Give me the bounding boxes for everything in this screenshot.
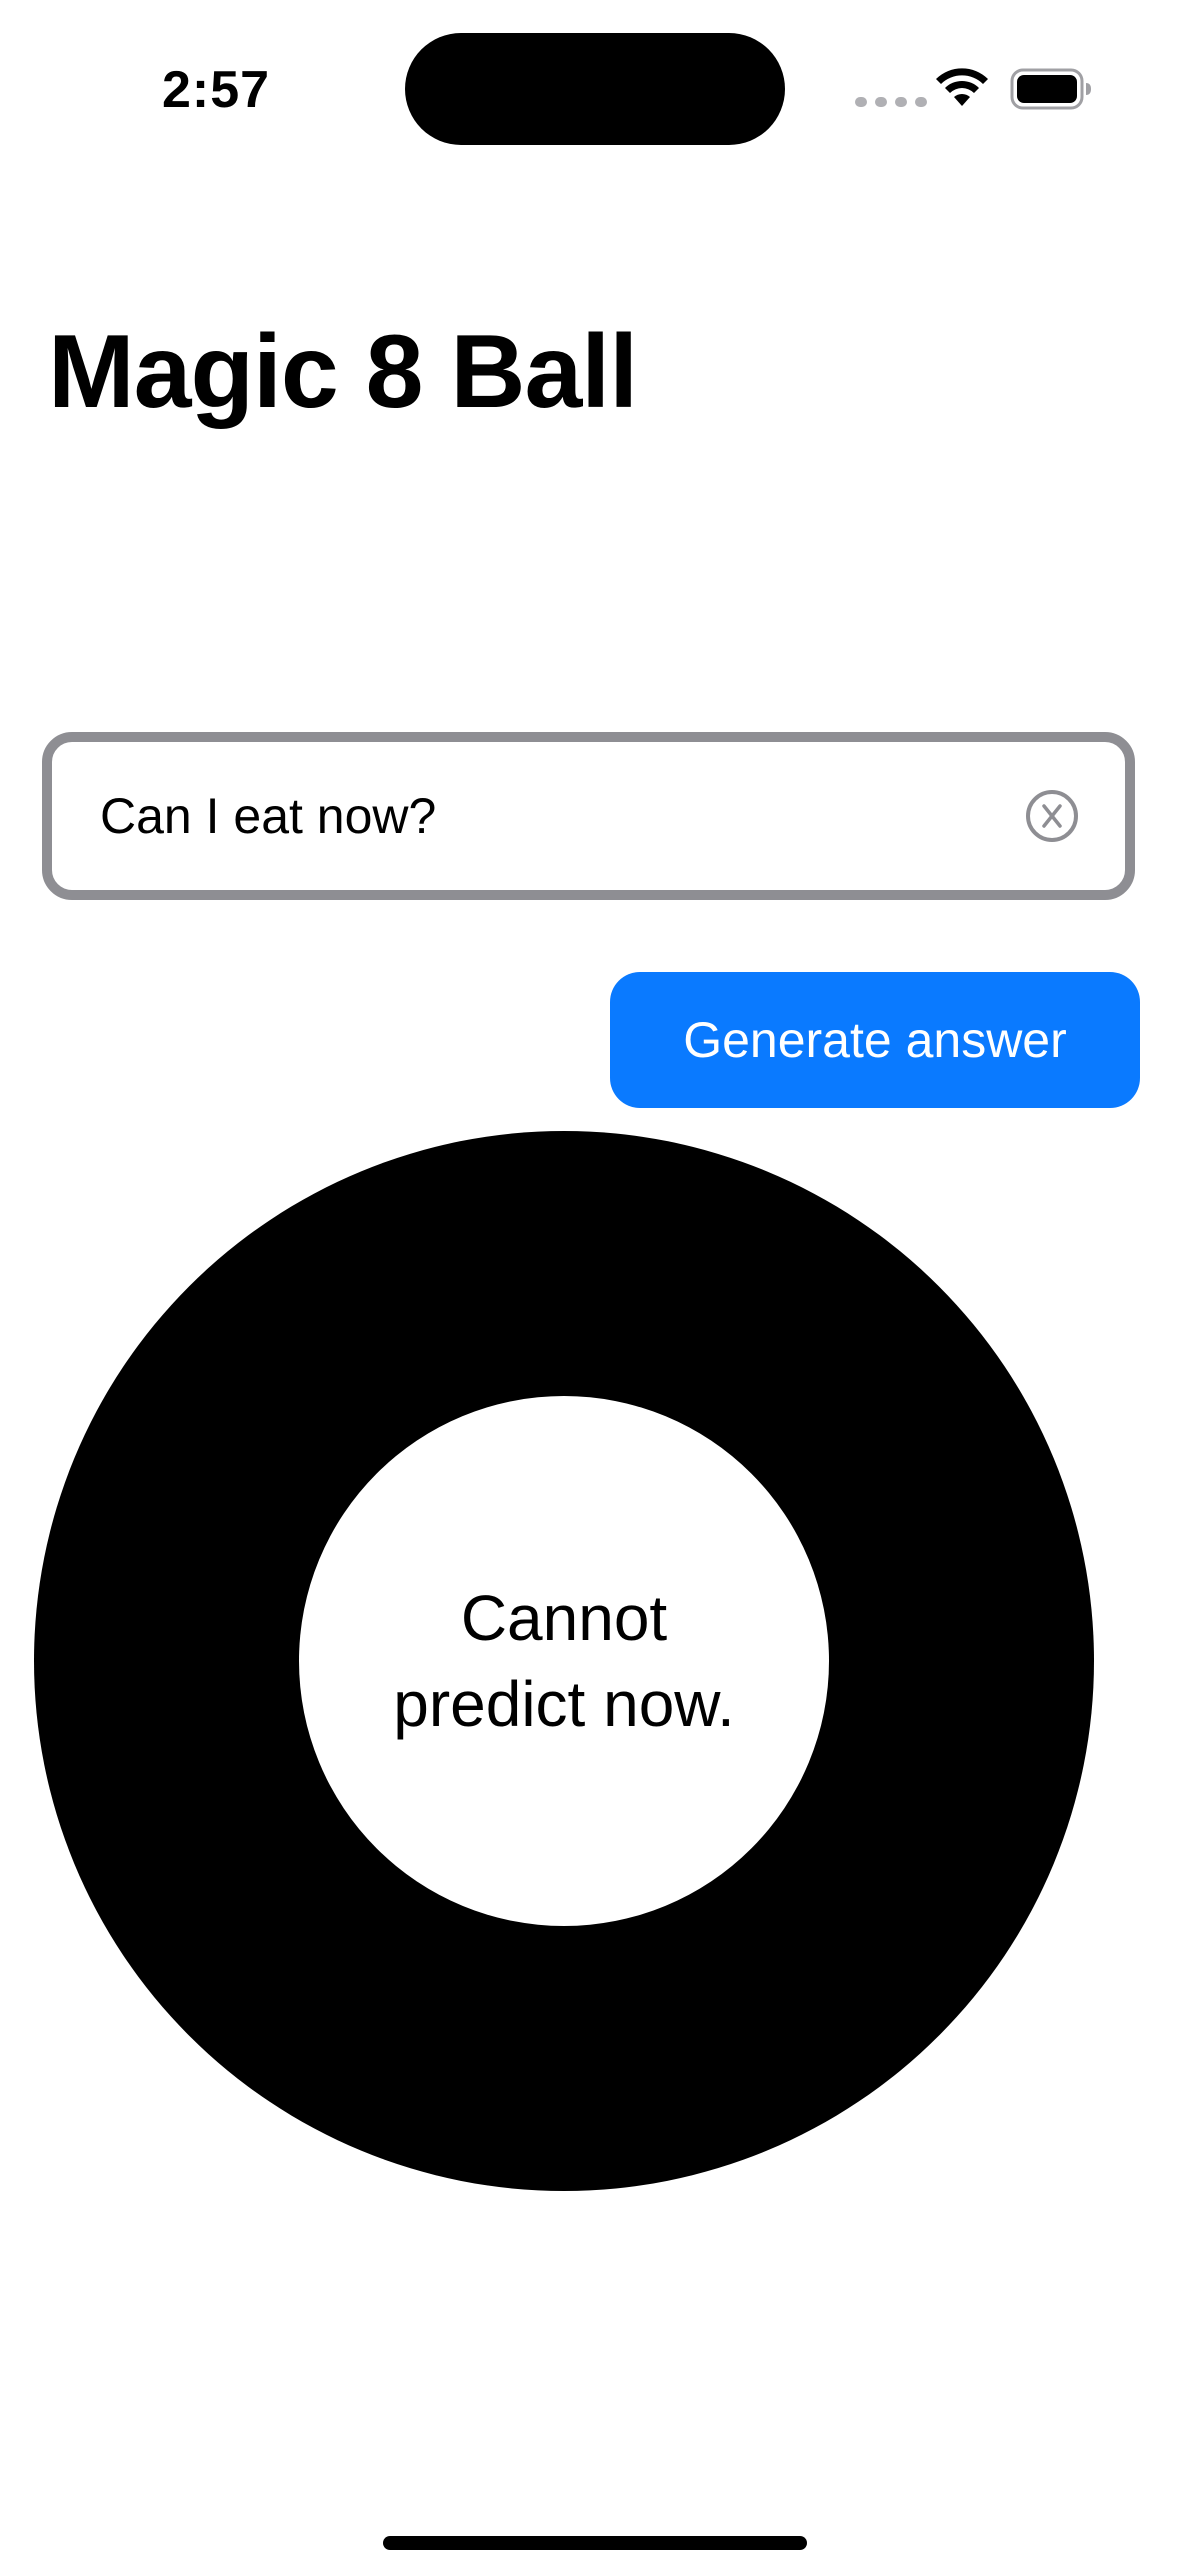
cellular-signal-icon: [855, 97, 927, 107]
question-input[interactable]: [100, 742, 1020, 890]
answer-text: Cannot predict now.: [393, 1582, 735, 1740]
status-time: 2:57: [162, 61, 271, 119]
page-title: Magic 8 Ball: [48, 314, 638, 430]
battery-icon: [1010, 68, 1091, 110]
answer-window: Cannot predict now.: [299, 1396, 829, 1926]
generate-answer-button[interactable]: Generate answer: [610, 972, 1140, 1108]
wifi-icon: [936, 68, 988, 106]
question-field[interactable]: [42, 732, 1135, 900]
home-indicator[interactable]: [383, 2536, 807, 2550]
dynamic-island: [405, 33, 785, 145]
eight-ball: Cannot predict now.: [34, 1131, 1094, 2191]
status-bar: 2:57: [0, 0, 1179, 170]
clear-circle-icon[interactable]: [1025, 789, 1079, 843]
